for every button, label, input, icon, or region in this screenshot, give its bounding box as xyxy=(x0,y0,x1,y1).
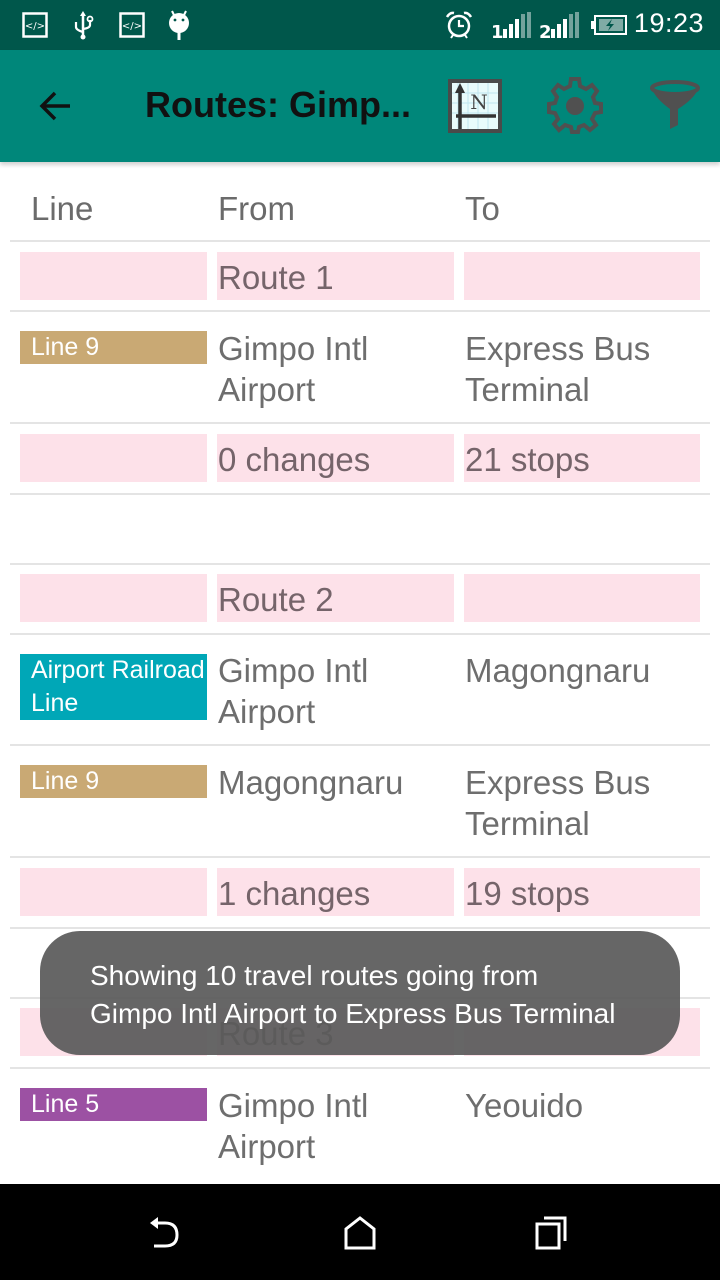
svg-text:</>: </> xyxy=(122,21,142,32)
arrow-left-icon xyxy=(39,91,70,121)
code-icon: </> xyxy=(119,10,145,40)
line-cell xyxy=(20,574,207,622)
filter-button[interactable] xyxy=(640,72,710,140)
svg-text:2: 2 xyxy=(539,22,552,40)
line-badge: Line 9 xyxy=(20,765,207,798)
recents-icon xyxy=(535,1216,567,1250)
toast-line-1: Showing 10 travel routes going from xyxy=(90,960,539,991)
android-debug-icon xyxy=(166,10,192,40)
line-badge: Airport Railroad Line xyxy=(20,654,207,720)
svg-text:N: N xyxy=(470,90,488,114)
line-cell xyxy=(20,434,207,482)
north-up-button[interactable]: N xyxy=(440,72,510,140)
column-header-to: To xyxy=(465,190,500,227)
route-label: Route 2 xyxy=(218,581,334,618)
divider xyxy=(10,927,710,929)
to-station: Yeouido xyxy=(465,1087,584,1124)
line-badge: Line 5 xyxy=(20,1088,207,1121)
nav-home-button[interactable] xyxy=(330,1208,390,1258)
to-cell xyxy=(464,252,700,300)
from-station: Gimpo Intl Airport xyxy=(218,1087,369,1165)
from-station: Gimpo Intl Airport xyxy=(218,330,369,408)
from-station: Gimpo Intl Airport xyxy=(218,652,369,730)
north-up-icon: N xyxy=(448,79,502,133)
line-cell xyxy=(20,252,207,300)
divider xyxy=(10,1067,710,1069)
line-cell xyxy=(20,868,207,916)
code-icon: </> xyxy=(22,10,48,40)
usb-icon xyxy=(72,10,94,40)
changes-count: 1 changes xyxy=(218,875,371,912)
changes-count: 0 changes xyxy=(218,441,371,478)
battery-charging-icon xyxy=(590,10,628,40)
stops-count: 21 stops xyxy=(465,441,590,478)
divider xyxy=(10,563,710,565)
to-station: Express Bus Terminal xyxy=(465,330,651,408)
navigation-bar xyxy=(0,1184,720,1280)
signal-sim1-icon: 1 xyxy=(490,10,534,40)
divider xyxy=(10,310,710,312)
toast-line-2: Gimpo Intl Airport to Express Bus Termin… xyxy=(90,998,616,1029)
divider xyxy=(10,633,710,635)
clock: 19:23 xyxy=(633,8,704,38)
nav-recents-button[interactable] xyxy=(522,1208,582,1258)
back-icon xyxy=(150,1217,179,1248)
route-label: Route 1 xyxy=(218,259,334,296)
svg-text:</>: </> xyxy=(25,21,45,32)
status-bar: </> </> 1 2 19:23 xyxy=(0,0,720,50)
back-button[interactable] xyxy=(26,74,86,138)
home-icon xyxy=(344,1216,376,1250)
divider xyxy=(10,422,710,424)
page-title: Routes: Gimp... xyxy=(145,84,412,125)
from-station: Magongnaru xyxy=(218,764,404,801)
to-cell xyxy=(464,574,700,622)
toast-text: Showing 10 travel routes going from Gimp… xyxy=(90,957,615,1033)
column-header-line: Line xyxy=(31,190,94,227)
svg-text:1: 1 xyxy=(491,22,504,40)
stops-count: 19 stops xyxy=(465,875,590,912)
settings-button[interactable] xyxy=(540,72,610,140)
app-bar: Routes: Gimp... N xyxy=(0,50,720,162)
column-header-from: From xyxy=(218,190,295,227)
gear-icon xyxy=(547,77,603,134)
to-station: Express Bus Terminal xyxy=(465,764,651,842)
funnel-icon xyxy=(650,80,700,129)
divider xyxy=(10,240,710,242)
alarm-icon xyxy=(444,10,474,40)
divider xyxy=(10,856,710,858)
to-station: Magongnaru xyxy=(465,652,651,689)
divider xyxy=(10,744,710,746)
line-badge: Line 9 xyxy=(20,331,207,364)
signal-sim2-icon: 2 xyxy=(538,10,582,40)
divider xyxy=(10,493,710,495)
nav-back-button[interactable] xyxy=(137,1208,197,1258)
toast-message: Showing 10 travel routes going from Gimp… xyxy=(40,931,680,1055)
